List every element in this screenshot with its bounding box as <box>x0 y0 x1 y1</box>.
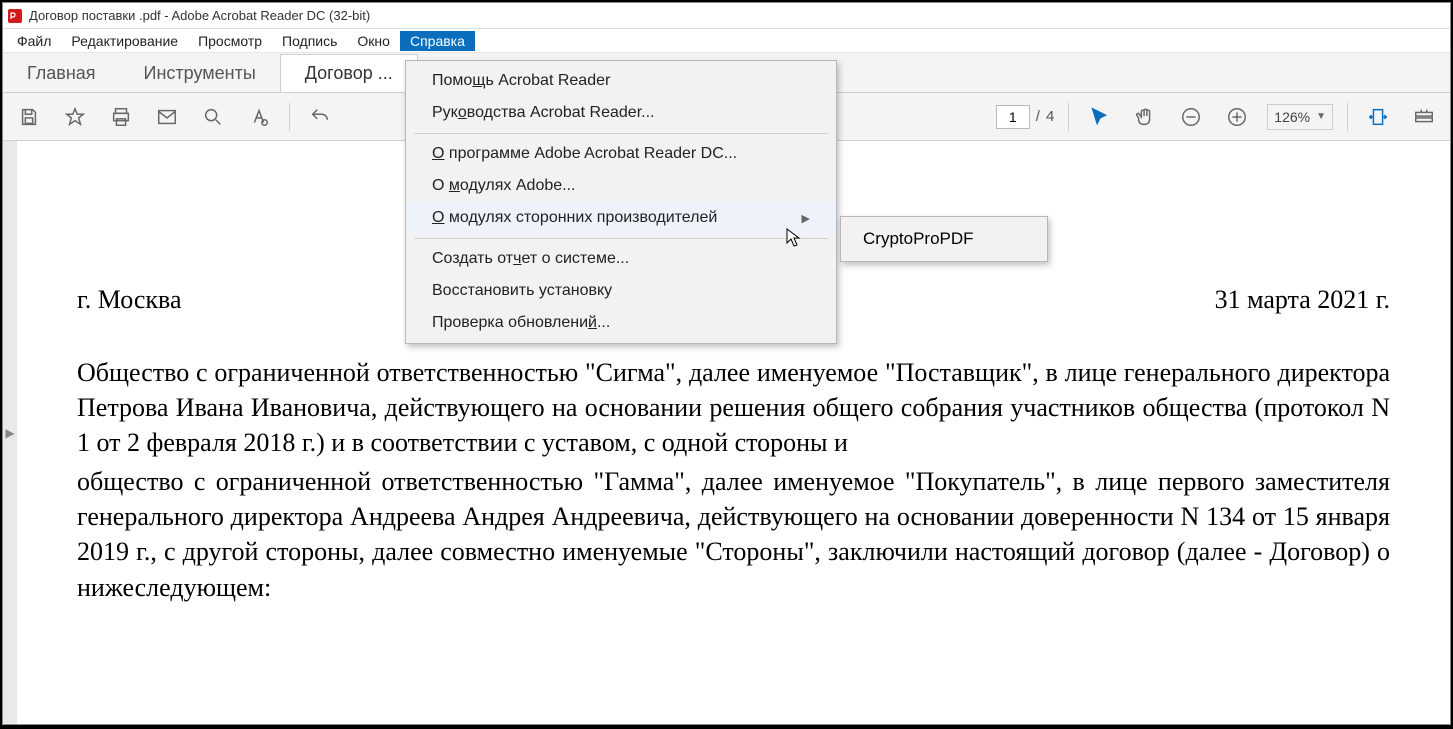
help-item-guides[interactable]: Руководства Acrobat Reader... <box>406 97 836 129</box>
doc-paragraph-1: Общество с ограниченной ответственностью… <box>77 355 1390 460</box>
hand-tool-icon[interactable] <box>1129 101 1161 133</box>
undo-icon[interactable] <box>304 101 336 133</box>
menu-window[interactable]: Окно <box>347 31 400 51</box>
zoom-select[interactable]: 126% ▼ <box>1267 104 1333 130</box>
menu-separator <box>414 133 828 134</box>
titlebar: Договор поставки .pdf - Adobe Acrobat Re… <box>3 3 1450 29</box>
help-item-help-reader[interactable]: Помощь Acrobat Reader <box>406 65 836 97</box>
help-item-adobe-modules[interactable]: О модулях Adobe... <box>406 170 836 202</box>
help-dropdown: Помощь Acrobat Reader Руководства Acroba… <box>405 60 837 344</box>
print-icon[interactable] <box>105 101 137 133</box>
menu-help[interactable]: Справка <box>400 31 475 51</box>
toolbar-separator <box>1347 103 1348 131</box>
help-item-system-report[interactable]: Создать отчет о системе... <box>406 243 836 275</box>
page-nav: / 4 <box>996 105 1055 129</box>
page-sep: / <box>1036 108 1040 125</box>
doc-paragraph-2: общество с ограниченной ответственностью… <box>77 464 1390 604</box>
menu-edit[interactable]: Редактирование <box>61 31 188 51</box>
page-current-input[interactable] <box>996 105 1030 129</box>
submenu-arrow-icon: ▶ <box>802 212 810 225</box>
app-window: Договор поставки .pdf - Adobe Acrobat Re… <box>2 2 1451 725</box>
menu-separator <box>414 238 828 239</box>
window-title: Договор поставки .pdf - Adobe Acrobat Re… <box>29 8 370 23</box>
help-item-updates[interactable]: Проверка обновлений... <box>406 307 836 339</box>
help-item-third-party-modules[interactable]: О модулях сторонних производителей▶ <box>406 202 836 234</box>
zoom-in-icon[interactable] <box>1221 101 1253 133</box>
zoom-value: 126% <box>1274 109 1310 125</box>
third-party-submenu: CryptoProPDF <box>840 216 1048 262</box>
search-icon[interactable] <box>197 101 229 133</box>
chevron-down-icon: ▼ <box>1316 111 1326 122</box>
help-item-repair[interactable]: Восстановить установку <box>406 275 836 307</box>
menu-view[interactable]: Просмотр <box>188 31 272 51</box>
doc-city: г. Москва <box>77 285 182 315</box>
email-icon[interactable] <box>151 101 183 133</box>
toolbar-separator <box>289 103 290 131</box>
page-total: 4 <box>1046 108 1054 125</box>
menu-sign[interactable]: Подпись <box>272 31 347 51</box>
doc-date: 31 марта 2021 г. <box>1215 285 1390 315</box>
star-icon[interactable] <box>59 101 91 133</box>
zoom-out-icon[interactable] <box>1175 101 1207 133</box>
selection-tool-icon[interactable] <box>1083 101 1115 133</box>
submenu-item-cryptopro[interactable]: CryptoProPDF <box>841 223 1047 255</box>
text-tool-icon[interactable] <box>243 101 275 133</box>
pdf-icon <box>7 8 23 24</box>
menu-file[interactable]: Файл <box>7 31 61 51</box>
tab-document[interactable]: Договор ... <box>280 54 418 92</box>
menubar: Файл Редактирование Просмотр Подпись Окн… <box>3 29 1450 53</box>
fit-width-icon[interactable] <box>1362 101 1394 133</box>
page-display-icon[interactable] <box>1408 101 1440 133</box>
sidebar-handle[interactable]: ▶ <box>3 141 17 724</box>
save-icon[interactable] <box>13 101 45 133</box>
help-item-about[interactable]: О программе Adobe Acrobat Reader DC... <box>406 138 836 170</box>
tab-home[interactable]: Главная <box>3 55 120 92</box>
toolbar-separator <box>1068 103 1069 131</box>
tab-tools[interactable]: Инструменты <box>120 55 280 92</box>
